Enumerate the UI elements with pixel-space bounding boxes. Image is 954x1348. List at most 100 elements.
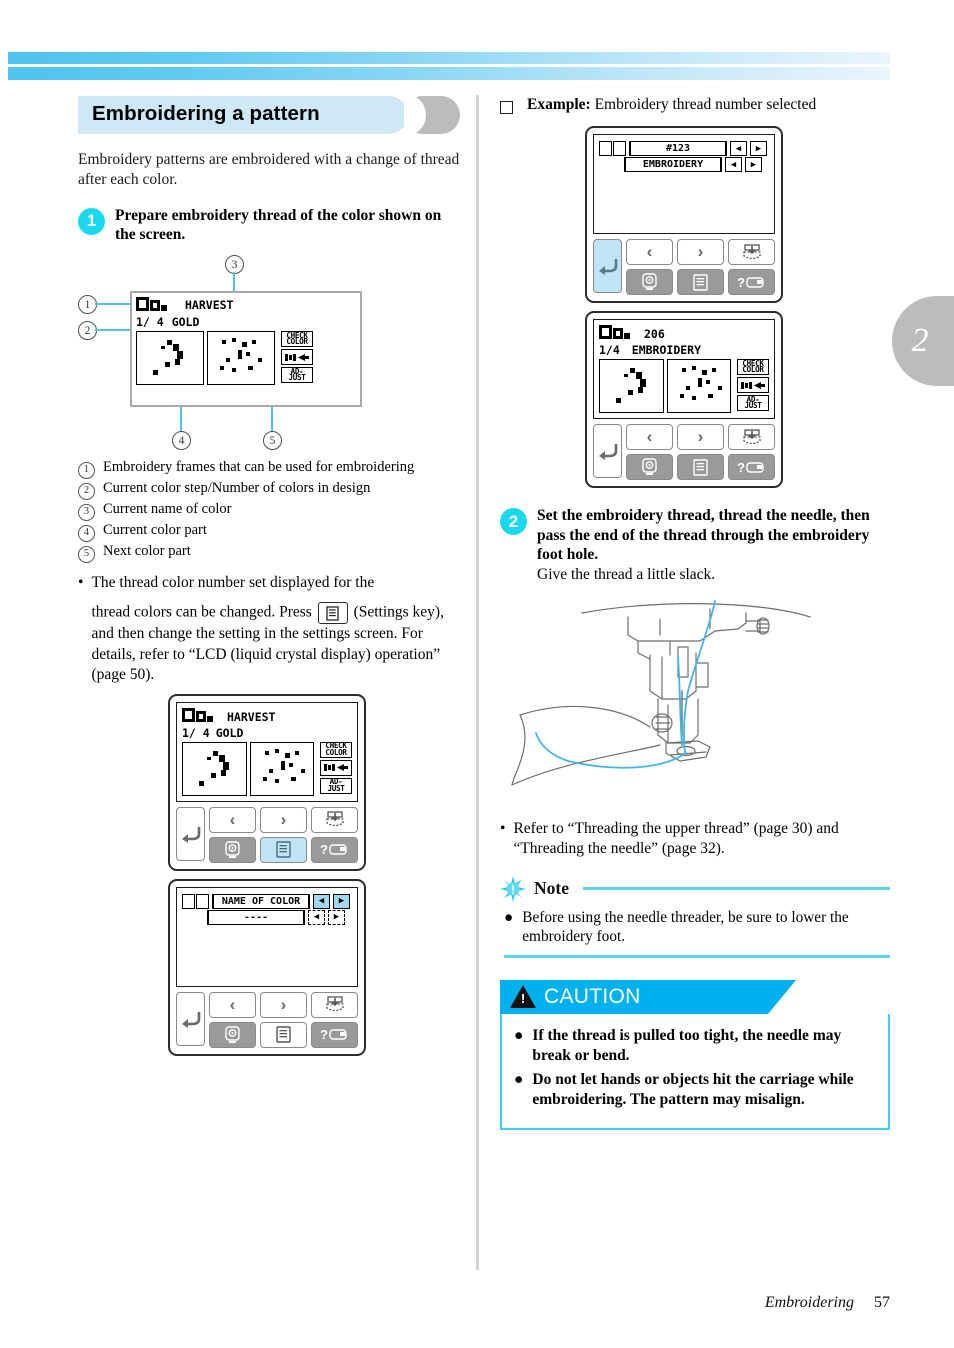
prev-chevron-icon: ‹ — [229, 994, 236, 1014]
lcd-brand: EMBROIDERY — [631, 343, 702, 357]
legend-number: 2 — [78, 483, 95, 500]
lcd-thread-number: 206 — [644, 327, 665, 341]
lcd-back-key[interactable] — [593, 424, 622, 478]
adjust-key[interactable]: AD- JUST — [281, 367, 313, 383]
lcd-help-key[interactable]: ? — [311, 1021, 358, 1048]
brand-next-arrow[interactable]: ▶ — [745, 157, 762, 172]
lcd-next-key[interactable]: › — [677, 239, 724, 265]
thread-number-field[interactable]: #123 — [629, 141, 727, 156]
caution-item: ● If the thread is pulled too tight, the… — [514, 1026, 874, 1066]
top-bar-hairline — [8, 64, 890, 67]
return-arrow-icon — [598, 259, 617, 275]
thread-cut-key[interactable] — [737, 377, 769, 393]
lcd-next-key[interactable]: › — [260, 806, 307, 833]
step-2: 2 Set the embroidery thread, thread the … — [500, 506, 890, 585]
number-prev-arrow[interactable]: ◀ — [730, 141, 747, 156]
lcd-back-key[interactable] — [176, 806, 205, 861]
check-color-key[interactable]: CHECK COLOR — [737, 359, 769, 375]
check-color-key[interactable]: CHECK COLOR — [281, 331, 313, 347]
legend-text: Current name of color — [103, 501, 232, 517]
prev-chevron-icon: ‹ — [646, 427, 653, 446]
lcd-help-key[interactable]: ? — [728, 454, 775, 480]
callout-leader-4 — [180, 407, 182, 431]
settings-document-icon — [693, 273, 708, 291]
intro-paragraph: Embroidery patterns are embroidered with… — [78, 151, 460, 188]
lcd-settings-key[interactable] — [677, 454, 724, 480]
lcd-bobbin-key[interactable] — [626, 269, 673, 295]
callout-number-5: 5 — [263, 431, 282, 450]
needle-down-icon — [325, 811, 344, 827]
check-color-line2: COLOR — [286, 337, 308, 346]
callout-number-4: 4 — [172, 431, 191, 450]
settings-document-icon — [693, 458, 708, 476]
example-label: Example: — [527, 96, 591, 113]
heading-gray-cap — [404, 96, 460, 134]
svg-text:?: ? — [320, 1027, 328, 1042]
lcd-needle-key[interactable] — [728, 424, 775, 450]
lcd-help-key[interactable]: ? — [311, 836, 358, 863]
thread-cut-key[interactable] — [320, 759, 352, 776]
page-title: Embroidering a pattern — [92, 102, 320, 125]
lcd-settings-screen-icon — [599, 141, 626, 156]
lcd-needle-key[interactable] — [728, 239, 775, 265]
lcd-bobbin-key[interactable] — [209, 836, 256, 863]
lcd-next-key[interactable]: › — [260, 991, 307, 1018]
lcd-bobbin-key[interactable] — [209, 1021, 256, 1048]
adjust-key[interactable]: AD- JUST — [737, 395, 769, 411]
next-color-part-preview — [666, 359, 731, 413]
legend-text: Current color part — [103, 522, 207, 538]
lcd-needle-key[interactable] — [311, 806, 358, 833]
value-prev-arrow[interactable]: ◀ — [308, 909, 325, 925]
next-chevron-icon: › — [697, 427, 704, 446]
name-of-color-field[interactable]: NAME OF COLOR — [212, 893, 310, 909]
lcd-needle-key[interactable] — [311, 991, 358, 1018]
chapter-tab: 2 — [892, 296, 954, 386]
name-prev-arrow[interactable]: ◀ — [313, 893, 330, 909]
lcd-bobbin-key[interactable] — [626, 454, 673, 480]
brand-prev-arrow[interactable]: ◀ — [725, 157, 742, 172]
return-arrow-icon — [181, 826, 200, 843]
lcd-settings-key[interactable] — [677, 269, 724, 295]
svg-text:?: ? — [320, 842, 328, 857]
footer-section: Embroidering — [764, 1294, 854, 1311]
adjust-key[interactable]: AD- JUST — [320, 777, 352, 794]
legend-number: 5 — [78, 546, 95, 563]
lcd-back-key[interactable] — [176, 991, 205, 1046]
check-color-key[interactable]: CHECK COLOR — [320, 741, 352, 758]
note-title: Note — [534, 878, 569, 899]
settings-key-icon[interactable] — [317, 602, 348, 625]
lcd-prev-key[interactable]: ‹ — [209, 806, 256, 833]
thread-brand-field[interactable]: EMBROIDERY — [624, 157, 722, 172]
right-column: Example: Embroidery thread number select… — [500, 96, 890, 1131]
lcd-help-key[interactable]: ? — [728, 269, 775, 295]
lcd-step-counter: 1/ 4 — [182, 725, 210, 740]
number-next-arrow[interactable]: ▶ — [750, 141, 767, 156]
lcd-prev-key[interactable]: ‹ — [626, 424, 673, 450]
note-item: ● Before using the needle threader, be s… — [504, 908, 890, 947]
lcd-display-area: NAME OF COLOR ◀ ▶ ---- ◀ ▶ — [176, 886, 358, 987]
lcd-back-key[interactable] — [593, 239, 622, 293]
callout-diagram: 3 1 2 4 5 HARVEST 1/ 4 GOLD CHECK COLOR … — [78, 255, 464, 455]
lcd-prev-key[interactable]: ‹ — [209, 991, 256, 1018]
thread-cut-icon — [324, 764, 348, 772]
step-1-label: Prepare embroidery thread of the color s… — [115, 206, 442, 244]
current-color-part-preview — [599, 359, 664, 413]
left-column: Embroidering a pattern Embroidery patter… — [78, 94, 464, 1064]
settings-bullet-line2: thread colors can be changed. Press — [91, 603, 312, 621]
name-next-arrow[interactable]: ▶ — [333, 893, 350, 909]
callout-step-counter: 1/ 4 — [136, 315, 164, 329]
caution-block: CAUTION ● If the thread is pulled too ti… — [500, 979, 890, 1131]
help-icon: ? — [737, 275, 764, 290]
thread-cut-key[interactable] — [281, 349, 313, 365]
needle-threading-illustration — [510, 595, 890, 815]
help-icon: ? — [320, 842, 347, 857]
lcd-settings-key[interactable] — [260, 836, 307, 863]
value-next-arrow[interactable]: ▶ — [328, 909, 345, 925]
footer-page-number: 57 — [874, 1294, 890, 1311]
return-arrow-icon — [598, 444, 617, 460]
lcd-prev-key[interactable]: ‹ — [626, 239, 673, 265]
next-chevron-icon: › — [280, 994, 287, 1014]
bullet-dot: • — [78, 574, 84, 591]
lcd-next-key[interactable]: › — [677, 424, 724, 450]
lcd-settings-key[interactable] — [260, 1021, 307, 1048]
